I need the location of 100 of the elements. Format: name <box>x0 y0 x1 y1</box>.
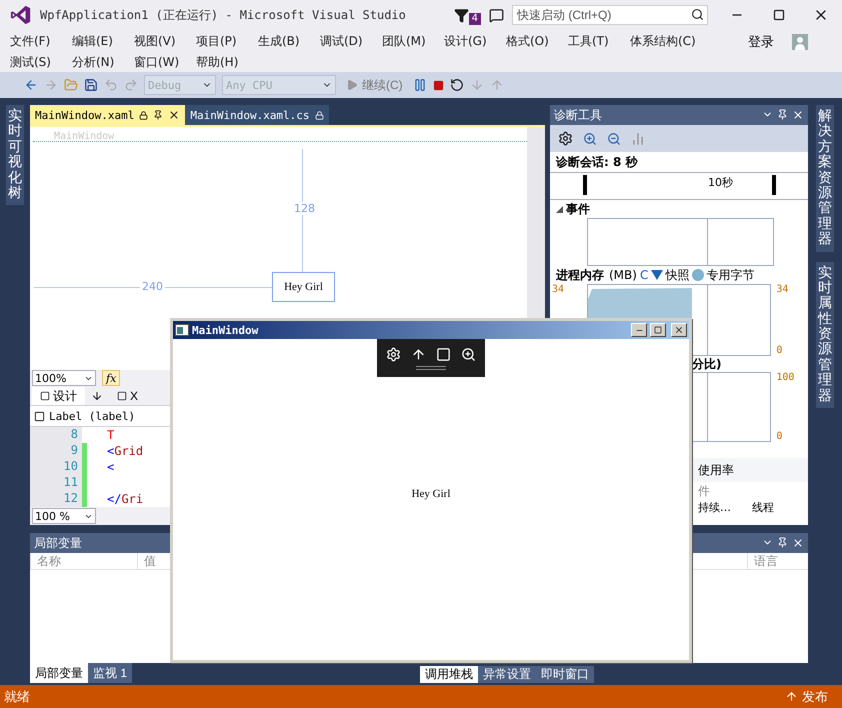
menu-item[interactable]: 文件(F) <box>4 30 66 51</box>
column-header: 语言 <box>747 553 794 569</box>
menu-item[interactable]: 测试(S) <box>4 51 66 72</box>
unit-label: (MB) <box>609 268 637 282</box>
line-number: 9 <box>30 443 82 460</box>
restart-icon[interactable] <box>450 78 464 92</box>
panel-tab[interactable]: 即时窗口 <box>536 666 594 683</box>
panel-tab[interactable]: 异常设置 <box>478 666 536 683</box>
pin-icon[interactable] <box>153 110 164 120</box>
stop-icon[interactable] <box>432 80 444 90</box>
pause-icon[interactable] <box>412 78 427 92</box>
panel-title: 局部变量 <box>34 534 82 552</box>
usage-tab[interactable]: 使用率 <box>698 462 734 478</box>
dot-icon <box>692 269 704 281</box>
publish-button[interactable]: 发布 <box>781 686 832 706</box>
collapse-icon[interactable] <box>556 206 563 212</box>
code-line: < <box>107 460 114 474</box>
menu-item[interactable]: 格式(O) <box>500 30 562 51</box>
line-number: 12 <box>30 491 82 508</box>
filter-text: 件 <box>698 482 710 500</box>
close-icon[interactable] <box>674 325 684 335</box>
close-icon[interactable] <box>168 109 180 121</box>
swap-icon[interactable] <box>91 390 103 402</box>
maximize-button[interactable] <box>650 323 666 337</box>
zoom-dropdown[interactable]: 100 % <box>32 508 96 524</box>
legend-label: 快照 <box>665 266 690 284</box>
menu-item[interactable]: 视图(V) <box>128 30 190 51</box>
view-tab[interactable]: X <box>109 387 146 406</box>
close-button[interactable] <box>671 323 687 337</box>
panel-tab[interactable]: 局部变量 <box>30 663 88 683</box>
panel-tab[interactable]: 调用堆栈 <box>420 666 478 683</box>
section-title: 事件 <box>566 200 590 218</box>
axis-label: 34 <box>776 284 788 295</box>
view-icon[interactable] <box>40 391 50 402</box>
lock-icon[interactable] <box>139 110 148 120</box>
side-tab[interactable]: 实时可视化树 <box>6 105 24 206</box>
line-number: 10 <box>30 459 82 476</box>
menu-item[interactable]: 体系结构(C) <box>624 30 724 51</box>
zoom-in-icon[interactable] <box>583 132 597 146</box>
settings-icon[interactable] <box>558 131 573 146</box>
frame-icon[interactable] <box>436 346 451 362</box>
selected-label[interactable]: Hey Girl <box>272 272 335 302</box>
pin-icon[interactable] <box>777 537 788 548</box>
menu-item[interactable]: 编辑(E) <box>66 30 128 51</box>
filter-icon[interactable] <box>454 8 469 22</box>
margin-measure: 240 <box>140 280 165 293</box>
view-tab[interactable]: 设计 <box>32 387 85 406</box>
legend-label: 专用字节 <box>706 266 754 284</box>
save-icon[interactable] <box>84 78 98 92</box>
lock-icon[interactable] <box>314 110 324 120</box>
quick-launch-field[interactable]: 快速启动 (Ctrl+Q) <box>512 5 708 25</box>
axis-label: 0 <box>776 345 782 356</box>
menu-item[interactable]: 工具(T) <box>562 30 624 51</box>
code-line: T <box>107 428 114 442</box>
line-number: 8 <box>30 427 82 444</box>
pin-icon[interactable] <box>777 109 788 120</box>
menu-item[interactable]: 帮助(H) <box>190 51 252 72</box>
unit-tail: C <box>640 268 648 282</box>
status-text: 就绪 <box>4 688 30 706</box>
zoom-out-icon[interactable] <box>607 132 621 146</box>
code-line: </Gri <box>107 492 144 506</box>
session-duration: 诊断会话: 8 秒 <box>556 154 638 170</box>
feedback-icon[interactable] <box>489 8 504 22</box>
menu-item[interactable]: 设计(G) <box>438 30 500 51</box>
line-number: 11 <box>30 475 82 492</box>
search-icon[interactable] <box>691 8 704 21</box>
formula-button[interactable]: fx <box>102 370 120 386</box>
ruler-label: 10秒 <box>708 175 733 190</box>
sign-in-link[interactable]: 登录 <box>748 33 774 49</box>
section-title: 进程内存 <box>556 266 604 284</box>
visual-studio-logo <box>10 4 32 26</box>
column-header: 线程 <box>752 500 774 514</box>
upload-icon[interactable] <box>785 690 798 703</box>
zoom-dropdown[interactable]: 100% <box>32 370 96 386</box>
view-icon[interactable] <box>117 391 127 402</box>
close-icon[interactable] <box>792 109 804 121</box>
breadcrumb[interactable]: Label (label) <box>49 410 136 423</box>
app-icon <box>175 324 189 336</box>
menu-item[interactable]: 团队(M) <box>376 30 438 51</box>
menu-item[interactable]: 项目(P) <box>190 30 252 51</box>
maximize-icon[interactable] <box>773 9 785 21</box>
document-tab[interactable]: MainWindow.xaml <box>30 105 186 125</box>
code-line: <Grid <box>107 444 144 458</box>
app-window-title: MainWindow <box>192 324 260 336</box>
back-icon[interactable] <box>24 78 38 92</box>
minimize-button[interactable] <box>631 323 647 337</box>
menu-item[interactable]: 分析(N) <box>66 51 128 72</box>
label-text: Hey Girl <box>412 488 450 500</box>
close-icon[interactable] <box>792 537 804 549</box>
axis-label: 34 <box>552 284 564 295</box>
panel-tab[interactable]: 监视 1 <box>88 663 132 683</box>
maximize-icon[interactable] <box>654 326 662 334</box>
side-tab[interactable]: 解决方案资源管理器 <box>816 105 834 252</box>
document-tab[interactable]: MainWindow.xaml.cs <box>185 105 329 125</box>
column-header: 名称 <box>30 553 137 569</box>
menu-item[interactable]: 调试(D) <box>314 30 376 51</box>
axis-label: 0 <box>776 431 782 442</box>
side-tab[interactable]: 实时属性资源管理器 <box>816 262 834 408</box>
menu-item[interactable]: 窗口(W) <box>128 51 190 72</box>
menu-item[interactable]: 生成(B) <box>252 30 314 51</box>
